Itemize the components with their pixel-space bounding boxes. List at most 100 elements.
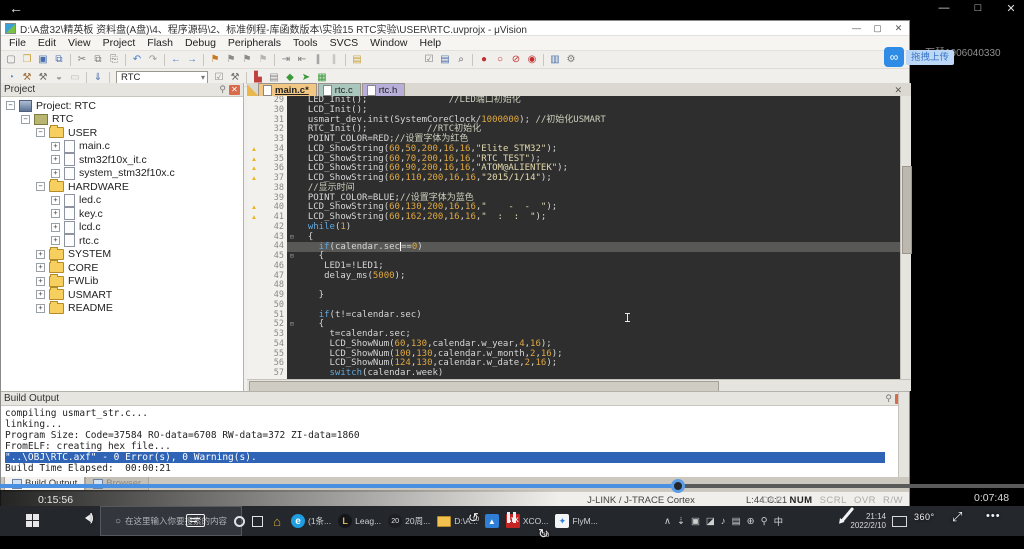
- pause-button[interactable]: [507, 512, 516, 523]
- drag-upload-label[interactable]: 拖拽上传: [906, 50, 954, 65]
- subtitle-button[interactable]: [186, 514, 205, 527]
- fold-icon[interactable]: ⊟: [287, 233, 297, 243]
- tree-item-lcd-c[interactable]: +lcd.c: [1, 221, 243, 235]
- menu-item-file[interactable]: File: [3, 37, 32, 49]
- editor-vscrollbar-thumb[interactable]: [902, 166, 912, 254]
- bookmark-next-icon[interactable]: ⚑: [239, 53, 255, 67]
- taskbar-app-home[interactable]: ⌂: [270, 514, 284, 528]
- project-panel-close-icon[interactable]: ✕: [229, 85, 240, 95]
- tree-expander-icon[interactable]: −: [36, 182, 45, 191]
- tree-item-led-c[interactable]: +led.c: [1, 194, 243, 208]
- breakpoint-kill-icon[interactable]: ◉: [524, 53, 540, 67]
- code-line[interactable]: 48: [247, 281, 911, 291]
- tree-item-project-rtc[interactable]: −Project: RTC: [1, 99, 243, 113]
- save-all-icon[interactable]: ⧉: [51, 53, 67, 67]
- pin-icon[interactable]: ⚲: [885, 393, 892, 404]
- taskbar-app-taskview[interactable]: [252, 516, 263, 527]
- cut-icon[interactable]: ✂: [74, 53, 90, 67]
- player-minimize-button[interactable]: —: [934, 2, 954, 14]
- tree-expander-icon[interactable]: +: [36, 277, 45, 286]
- taskbar-app-edge[interactable]: e(1条...: [291, 514, 331, 528]
- start-button[interactable]: [26, 514, 39, 527]
- paste-icon[interactable]: ⎘: [106, 53, 122, 67]
- tree-expander-icon[interactable]: +: [36, 263, 45, 272]
- menu-item-tools[interactable]: Tools: [287, 37, 324, 49]
- pin-icon[interactable]: ⚲: [219, 84, 226, 95]
- fold-icon[interactable]: ⊟: [287, 320, 297, 330]
- outdent-icon[interactable]: ⇤: [294, 53, 310, 67]
- taskbar-app-anniv[interactable]: 2020周...: [388, 514, 430, 528]
- tree-item-fwlib[interactable]: +FWLib: [1, 275, 243, 289]
- taskbar-app-lol[interactable]: LLeag...: [338, 514, 381, 528]
- new-file-icon[interactable]: ▢: [3, 53, 19, 67]
- code-line[interactable]: 44 if(calendar.sec==0): [247, 242, 911, 252]
- redo-icon[interactable]: ↷: [145, 53, 161, 67]
- player-back-button[interactable]: ←: [9, 0, 23, 16]
- bookmark-toggle-icon[interactable]: ⚑: [207, 53, 223, 67]
- uncomment-icon[interactable]: ∥: [326, 53, 342, 67]
- skip-forward-30-button[interactable]: ↻30: [538, 526, 1024, 542]
- tree-expander-icon[interactable]: +: [51, 196, 60, 205]
- tree-item-system-stm32f10x-c[interactable]: +system_stm32f10x.c: [1, 167, 243, 181]
- seek-bar[interactable]: [0, 484, 1024, 488]
- tree-expander-icon[interactable]: −: [36, 128, 45, 137]
- tree-expander-icon[interactable]: +: [36, 290, 45, 299]
- comment-icon[interactable]: ∥: [310, 53, 326, 67]
- menu-item-svcs[interactable]: SVCS: [324, 37, 365, 49]
- menu-item-view[interactable]: View: [62, 37, 97, 49]
- tree-item-hardware[interactable]: −HARDWARE: [1, 180, 243, 194]
- tab-close-icon[interactable]: ✕: [894, 85, 911, 96]
- editor-vscrollbar[interactable]: [900, 96, 911, 379]
- skip-back-10-button[interactable]: ↺10: [468, 510, 1024, 526]
- tree-expander-icon[interactable]: +: [51, 142, 60, 151]
- tree-item-usmart[interactable]: +USMART: [1, 288, 243, 302]
- more-options-button[interactable]: •••: [986, 510, 1001, 522]
- tree-item-key-c[interactable]: +key.c: [1, 207, 243, 221]
- checkbox-icon[interactable]: ☑: [421, 53, 437, 67]
- netdisk-upload-icon[interactable]: ∞: [884, 47, 904, 67]
- fold-icon[interactable]: ⊟: [287, 252, 297, 262]
- nav-back-icon[interactable]: ←: [168, 53, 184, 67]
- bookmark-prev-icon[interactable]: ⚑: [223, 53, 239, 67]
- menu-item-edit[interactable]: Edit: [32, 37, 62, 49]
- editor-hscrollbar[interactable]: [247, 379, 911, 391]
- indent-icon[interactable]: ⇥: [278, 53, 294, 67]
- taskbar-app-cortana[interactable]: [234, 516, 245, 527]
- breakpoint-enable-icon[interactable]: ○: [492, 53, 508, 67]
- tree-expander-icon[interactable]: +: [36, 250, 45, 259]
- uvision-minimize-button[interactable]: —: [846, 23, 867, 34]
- menu-item-debug[interactable]: Debug: [179, 37, 222, 49]
- tab-rtc-c[interactable]: rtc.c: [318, 83, 361, 96]
- tree-expander-icon[interactable]: −: [6, 101, 15, 110]
- code-area[interactable]: 29 LED_Init(); //LED端口初始化30 LCD_Init();3…: [247, 96, 911, 379]
- uvision-maximize-button[interactable]: ▢: [867, 23, 888, 34]
- tree-expander-icon[interactable]: +: [36, 304, 45, 313]
- code-line[interactable]: 47 delay_ms(5000);: [247, 272, 911, 282]
- tree-item-rtc-c[interactable]: +rtc.c: [1, 234, 243, 248]
- tab-rtc-h[interactable]: rtc.h: [362, 83, 405, 96]
- volume-button[interactable]: ): [80, 512, 94, 524]
- configure-wrench-icon[interactable]: ⚙: [563, 53, 579, 67]
- tab-main-c[interactable]: main.c*: [258, 83, 317, 96]
- tree-expander-icon[interactable]: −: [21, 115, 30, 124]
- code-line[interactable]: 57 switch(calendar.week): [247, 369, 911, 379]
- window-list-icon[interactable]: ▥: [547, 53, 563, 67]
- open-icon[interactable]: ❐: [19, 53, 35, 67]
- tree-expander-icon[interactable]: +: [51, 236, 60, 245]
- nav-forward-icon[interactable]: →: [184, 53, 200, 67]
- fullscreen-button[interactable]: ⤢: [952, 509, 962, 525]
- tree-item-core[interactable]: +CORE: [1, 261, 243, 275]
- code-line[interactable]: 49 }: [247, 291, 911, 301]
- rotate-360-button[interactable]: 360°: [914, 512, 935, 522]
- code-line[interactable]: 42 while(1): [247, 223, 911, 233]
- code-line[interactable]: 51 if(t!=calendar.sec): [247, 311, 911, 321]
- menu-item-project[interactable]: Project: [97, 37, 142, 49]
- tree-item-readme[interactable]: +README: [1, 302, 243, 316]
- code-line[interactable]: 43⊟ {: [247, 233, 911, 243]
- find-in-files-icon[interactable]: ▤: [349, 53, 365, 67]
- undo-icon[interactable]: ↶: [129, 53, 145, 67]
- menu-item-help[interactable]: Help: [414, 37, 448, 49]
- tree-expander-icon[interactable]: +: [51, 223, 60, 232]
- tree-item-main-c[interactable]: +main.c: [1, 140, 243, 154]
- bookmark-clear-icon[interactable]: ⚑: [255, 53, 271, 67]
